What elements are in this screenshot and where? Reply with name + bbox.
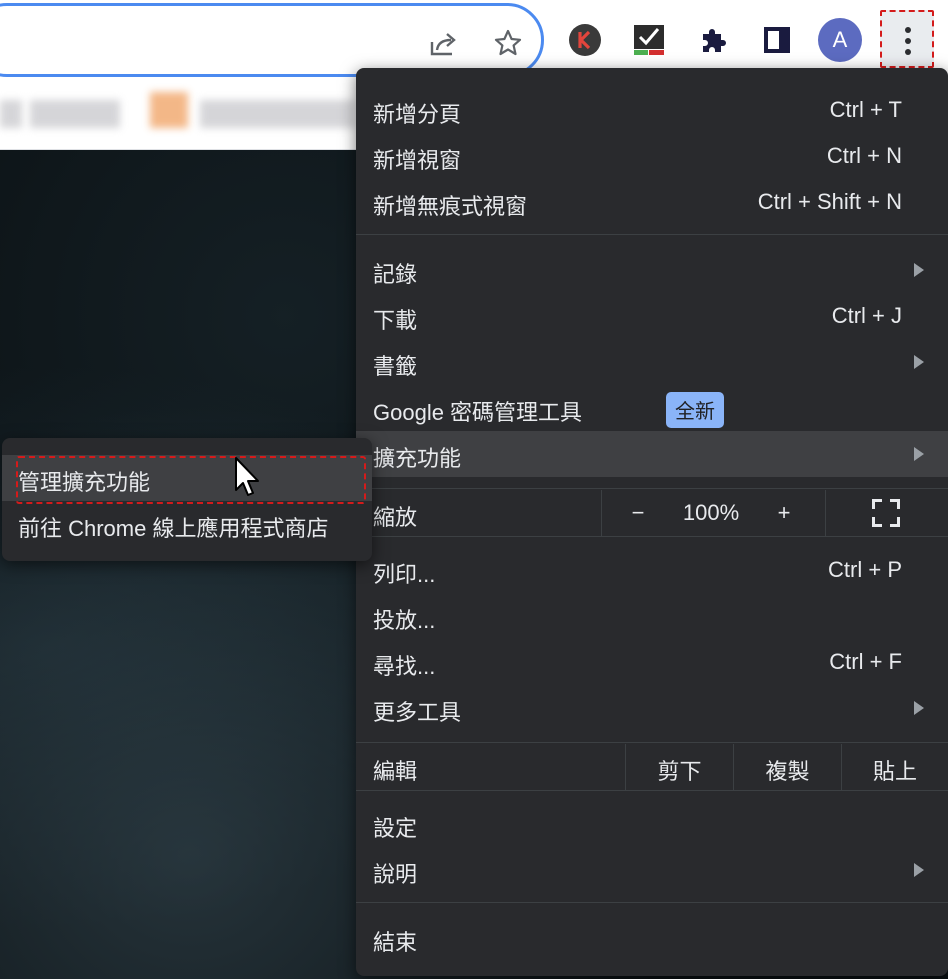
menu-dot — [905, 38, 911, 44]
menu-item-label: 說明 — [373, 862, 418, 887]
star-icon[interactable] — [493, 28, 523, 58]
menu-divider — [356, 536, 948, 537]
menu-item-label: 下載 — [373, 308, 418, 333]
submenu-item-label: 前往 Chrome 線上應用程式商店 — [18, 516, 329, 541]
menu-divider — [356, 742, 948, 743]
menu-item-more-tools[interactable]: 更多工具 — [356, 685, 948, 731]
blurred-bookmark[interactable] — [200, 100, 355, 128]
menu-item-extensions[interactable]: 擴充功能 — [356, 431, 948, 477]
three-dots-vertical-icon — [905, 27, 911, 33]
menu-item-history[interactable]: 記錄 — [356, 247, 948, 293]
menu-item-bookmarks[interactable]: 書籤 — [356, 339, 948, 385]
chrome-main-menu: 新增分頁 Ctrl + T 新增視窗 Ctrl + N 新增無痕式視窗 Ctrl… — [356, 68, 948, 976]
menu-item-label: 記錄 — [373, 262, 418, 287]
checkbox-extension-icon[interactable] — [631, 22, 667, 58]
bookmark-favicon — [150, 92, 188, 128]
menu-item-help[interactable]: 說明 — [356, 847, 948, 893]
new-badge: 全新 — [666, 392, 724, 428]
zoom-in-button[interactable]: + — [764, 500, 804, 526]
menu-item-label: 列印... — [373, 562, 436, 587]
submenu-arrow-icon — [914, 701, 924, 715]
submenu-item-chrome-web-store[interactable]: 前往 Chrome 線上應用程式商店 — [2, 501, 372, 547]
menu-item-label: 新增無痕式視窗 — [373, 194, 528, 219]
menu-item-shortcut: Ctrl + F — [829, 649, 902, 674]
avatar[interactable]: A — [817, 17, 863, 63]
menu-item-shortcut: Ctrl + P — [828, 557, 902, 582]
menu-item-label: 設定 — [373, 816, 418, 841]
menu-item-label: 尋找... — [373, 654, 436, 679]
profile-letter: A — [832, 27, 848, 52]
menu-divider — [356, 902, 948, 903]
menu-item-print[interactable]: 列印... Ctrl + P — [356, 547, 948, 593]
menu-item-label: 更多工具 — [373, 700, 462, 725]
menu-item-shortcut: Ctrl + J — [831, 303, 902, 328]
cut-button[interactable]: 剪下 — [626, 754, 733, 786]
menu-item-label: 投放... — [373, 608, 436, 633]
menu-item-shortcut: Ctrl + Shift + N — [757, 189, 902, 214]
annotation-highlight-box — [16, 456, 366, 504]
menu-divider — [356, 790, 948, 791]
menu-item-exit[interactable]: 結束 — [356, 915, 948, 961]
zoom-label: 縮放 — [373, 505, 418, 530]
mouse-cursor-icon — [235, 457, 259, 496]
k-extension-icon[interactable] — [567, 22, 603, 58]
puzzle-icon[interactable] — [695, 22, 731, 58]
menu-item-new-tab[interactable]: 新增分頁 Ctrl + T — [356, 87, 948, 133]
menu-divider — [356, 234, 948, 235]
zoom-divider — [601, 490, 602, 536]
submenu-arrow-icon — [914, 263, 924, 277]
side-panel-icon[interactable] — [759, 22, 795, 58]
zoom-out-button[interactable]: − — [618, 500, 658, 526]
zoom-level: 100% — [682, 500, 740, 525]
menu-item-new-incognito-window[interactable]: 新增無痕式視窗 Ctrl + Shift + N — [356, 179, 948, 225]
menu-item-find[interactable]: 尋找... Ctrl + F — [356, 639, 948, 685]
menu-divider — [356, 488, 948, 489]
menu-item-shortcut: Ctrl + N — [826, 143, 902, 168]
submenu-arrow-icon — [914, 863, 924, 877]
menu-item-zoom: 縮放 − 100% + — [356, 490, 948, 536]
menu-item-label: 結束 — [373, 930, 418, 955]
menu-item-password-manager[interactable]: Google 密碼管理工具 全新 — [356, 385, 948, 431]
menu-item-downloads[interactable]: 下載 Ctrl + J — [356, 293, 948, 339]
zoom-divider — [825, 490, 826, 536]
menu-item-label: 擴充功能 — [373, 446, 462, 471]
menu-item-label: 新增分頁 — [373, 102, 462, 127]
blurred-bookmark[interactable] — [30, 100, 120, 128]
edit-label: 編輯 — [373, 759, 418, 784]
address-bar[interactable] — [0, 3, 544, 77]
menu-item-label: 書籤 — [373, 354, 418, 379]
menu-item-shortcut: Ctrl + T — [829, 97, 902, 122]
menu-dot — [905, 49, 911, 55]
share-icon[interactable] — [428, 28, 458, 58]
extensions-submenu: 管理擴充功能 前往 Chrome 線上應用程式商店 — [2, 438, 372, 561]
fullscreen-icon[interactable] — [872, 499, 900, 527]
copy-button[interactable]: 複製 — [734, 754, 841, 786]
menu-item-cast[interactable]: 投放... — [356, 593, 948, 639]
blurred-bookmark[interactable] — [0, 100, 22, 128]
submenu-arrow-icon — [914, 355, 924, 369]
menu-button[interactable] — [880, 10, 934, 68]
submenu-arrow-icon — [914, 447, 924, 461]
menu-item-settings[interactable]: 設定 — [356, 801, 948, 847]
paste-button[interactable]: 貼上 — [842, 754, 948, 786]
menu-item-label: 新增視窗 — [373, 148, 462, 173]
menu-item-label: Google 密碼管理工具 — [373, 400, 583, 425]
menu-item-new-window[interactable]: 新增視窗 Ctrl + N — [356, 133, 948, 179]
menu-item-edit: 編輯 剪下 複製 貼上 — [356, 744, 948, 790]
